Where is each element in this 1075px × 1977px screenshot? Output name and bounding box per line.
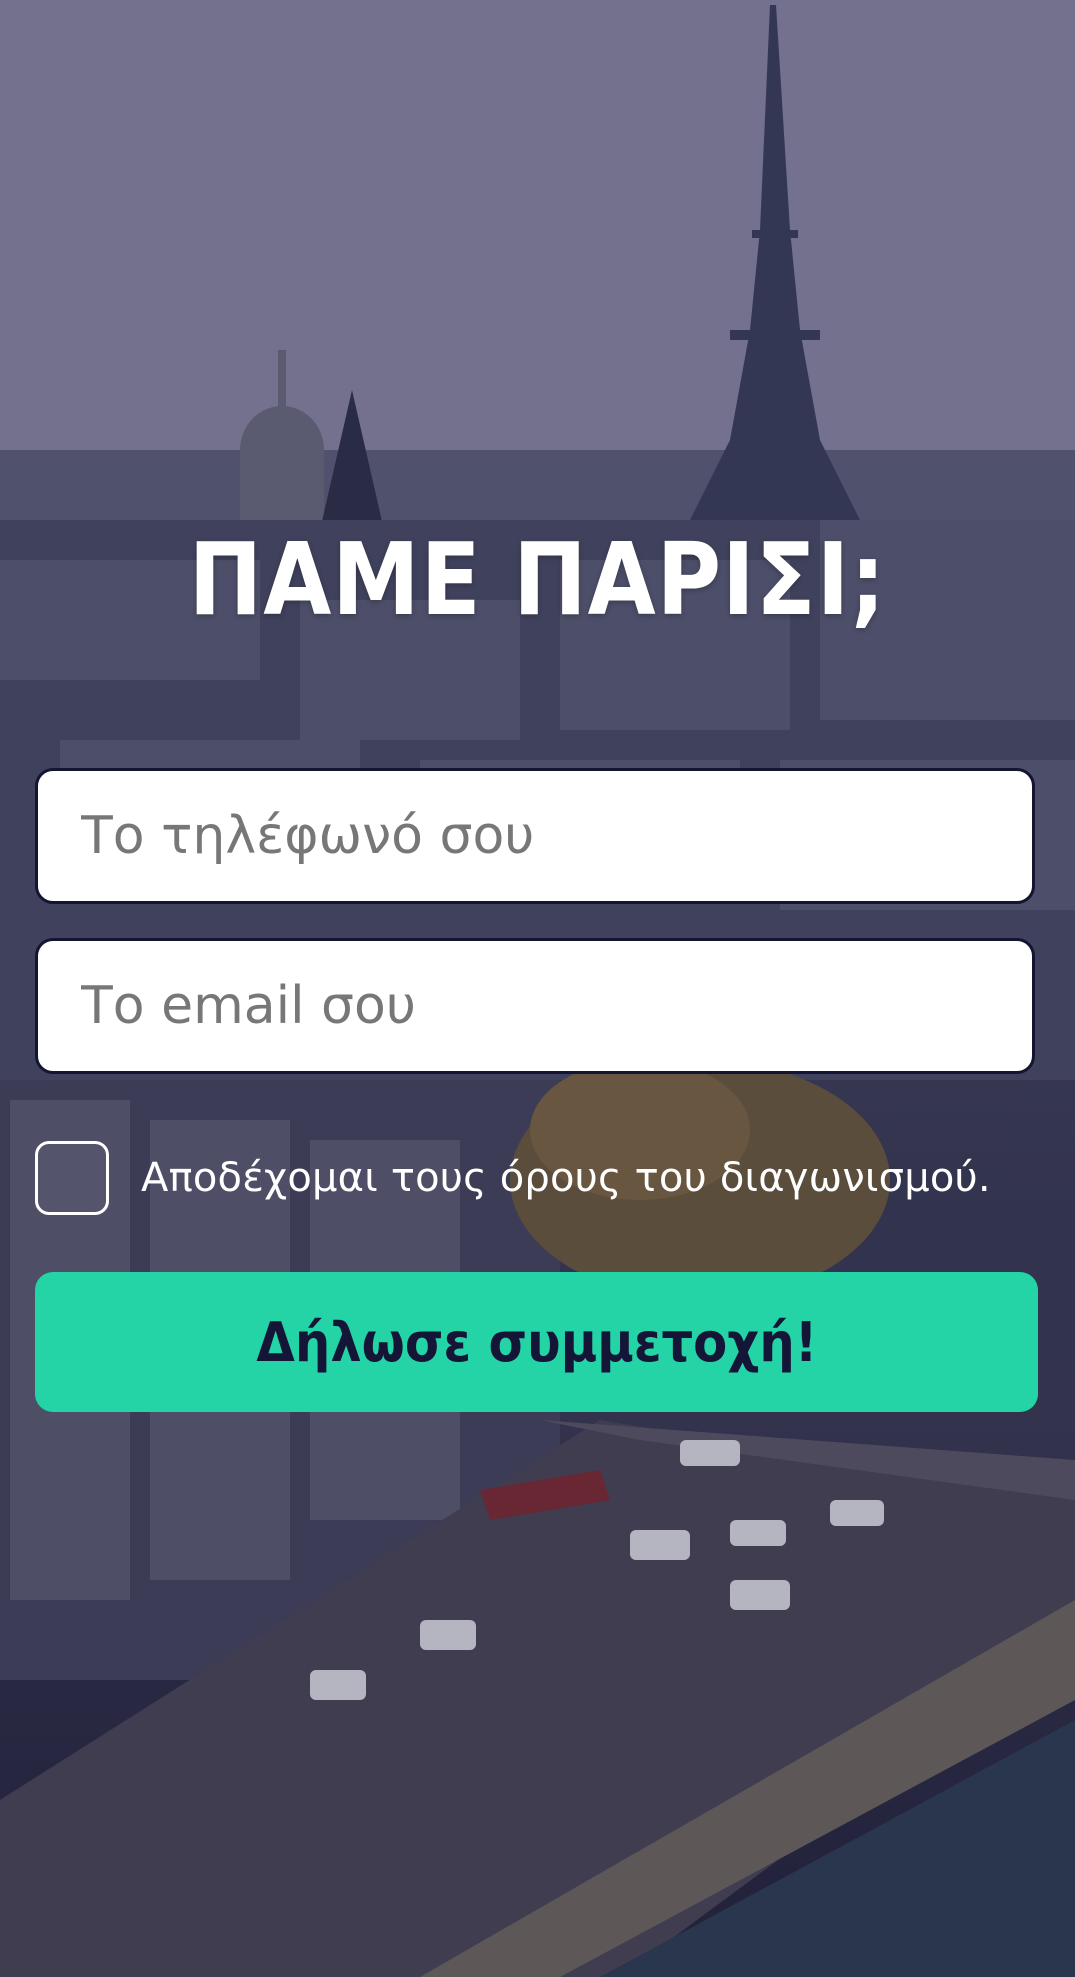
page-title: ΠΑΜΕ ΠΑΡΙΣΙ; <box>188 521 887 638</box>
terms-checkbox[interactable] <box>35 1141 109 1215</box>
contest-signup-page: ΠΑΜΕ ΠΑΡΙΣΙ; Αποδέχομαι τους όρους του δ… <box>0 0 1075 1977</box>
phone-input[interactable] <box>38 771 1032 901</box>
terms-label[interactable]: Αποδέχομαι τους όρους του διαγωνισμού. <box>141 1155 991 1201</box>
submit-button-label: Δήλωσε συμμετοχή! <box>256 1310 817 1374</box>
terms-row: Αποδέχομαι τους όρους του διαγωνισμού. <box>35 1138 1035 1218</box>
submit-button[interactable]: Δήλωσε συμμετοχή! <box>35 1272 1038 1412</box>
email-input[interactable] <box>38 941 1032 1071</box>
phone-field[interactable] <box>35 768 1035 904</box>
email-field[interactable] <box>35 938 1035 1074</box>
